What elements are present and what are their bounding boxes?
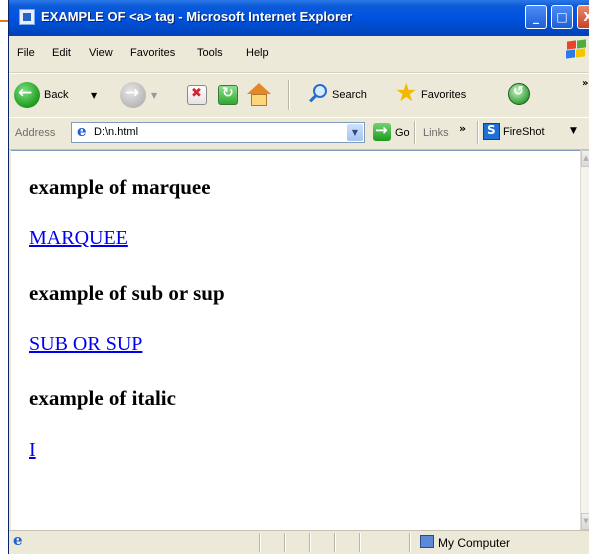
status-divider <box>309 533 311 552</box>
go-icon[interactable] <box>373 121 391 141</box>
status-divider <box>284 533 286 552</box>
search-button-label[interactable]: Search <box>332 89 367 101</box>
heading-marquee: example of marquee <box>29 175 211 199</box>
links-chevron[interactable]: » <box>459 122 466 135</box>
status-divider <box>409 533 411 552</box>
back-button-label[interactable]: Back <box>44 89 68 101</box>
maximize-button[interactable]: □ <box>551 5 573 29</box>
menu-favorites[interactable]: Favorites <box>130 47 175 59</box>
my-computer-icon <box>420 535 434 548</box>
window-title: EXAMPLE OF <a> tag - Microsoft Internet … <box>41 9 353 24</box>
forward-dropdown-arrow[interactable]: ▼ <box>151 91 157 100</box>
heading-sub-sup: example of sub or sup <box>29 281 225 305</box>
minimize-button[interactable]: _ <box>525 5 547 29</box>
background-page-strip <box>0 0 8 554</box>
address-separator <box>414 121 416 144</box>
menu-help[interactable]: Help <box>246 47 269 59</box>
toolbar-separator <box>288 80 290 110</box>
status-divider <box>359 533 361 552</box>
fireshot-icon[interactable] <box>483 123 500 140</box>
forward-icon[interactable] <box>120 82 146 108</box>
toolbar-overflow-chevron[interactable]: » <box>582 78 588 89</box>
address-input[interactable]: D:\n.html ▼ <box>71 122 365 143</box>
stop-icon[interactable] <box>187 85 207 105</box>
security-zone-label: My Computer <box>438 536 511 550</box>
history-icon[interactable] <box>508 83 530 105</box>
status-divider <box>259 533 261 552</box>
ie-icon <box>19 9 35 25</box>
status-ie-icon <box>11 531 26 549</box>
page-content: example of marquee MARQUEE example of su… <box>11 150 580 531</box>
windows-logo-icon <box>565 39 587 60</box>
favorites-button-label[interactable]: Favorites <box>421 89 466 101</box>
address-label: Address <box>15 127 56 139</box>
scroll-down-button[interactable]: ▼ <box>581 513 589 530</box>
links-separator <box>477 121 479 144</box>
links-label[interactable]: Links <box>423 127 449 139</box>
scroll-up-button[interactable]: ▲ <box>581 150 589 167</box>
heading-italic: example of italic <box>29 386 176 410</box>
menu-edit[interactable]: Edit <box>52 47 71 59</box>
status-divider <box>334 533 336 552</box>
close-button[interactable]: X <box>577 5 589 29</box>
fireshot-dropdown-arrow[interactable]: ▼ <box>570 126 577 136</box>
refresh-icon[interactable] <box>218 85 238 105</box>
link-sub-sup[interactable]: SUB OR SUP <box>29 333 142 356</box>
address-dropdown-button[interactable]: ▼ <box>347 124 363 141</box>
page-ie-icon <box>75 122 90 140</box>
go-button-label[interactable]: Go <box>395 127 410 139</box>
link-italic[interactable]: I <box>29 439 36 462</box>
menu-bar: File Edit View Favorites Tools Help <box>9 36 589 73</box>
browser-window: EXAMPLE OF <a> tag - Microsoft Internet … <box>8 0 589 554</box>
menu-file[interactable]: File <box>17 47 35 59</box>
back-icon[interactable] <box>14 82 40 108</box>
favorites-star-icon[interactable]: ★ <box>395 80 417 105</box>
search-icon[interactable] <box>309 84 329 104</box>
address-value[interactable]: D:\n.html <box>94 126 138 138</box>
title-bar[interactable]: EXAMPLE OF <a> tag - Microsoft Internet … <box>9 0 589 36</box>
link-marquee[interactable]: MARQUEE <box>29 227 128 250</box>
back-dropdown-arrow[interactable]: ▼ <box>91 91 97 100</box>
home-icon[interactable] <box>247 83 271 107</box>
vertical-scrollbar[interactable]: ▲ ▼ <box>580 150 589 530</box>
menu-view[interactable]: View <box>89 47 113 59</box>
fireshot-label[interactable]: FireShot <box>503 126 545 138</box>
menu-tools[interactable]: Tools <box>197 47 223 59</box>
